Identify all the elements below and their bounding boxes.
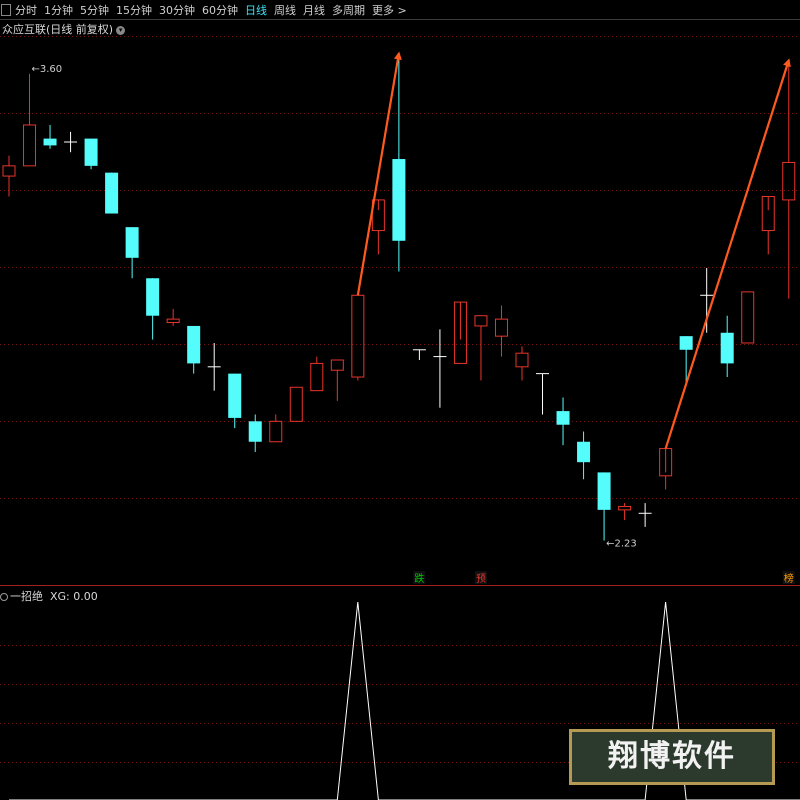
candle: [536, 373, 550, 415]
candle-body: [679, 336, 693, 350]
kline-chart: ←3.60 ←2.23 跌 预 榜: [0, 36, 800, 800]
candle: [700, 268, 714, 333]
candle: [351, 294, 365, 381]
candle: [207, 342, 221, 391]
candle-body: [146, 278, 160, 316]
candle-body: [187, 325, 201, 364]
candle: [64, 131, 78, 153]
candle: [741, 291, 755, 344]
candle: [146, 278, 160, 340]
candle: [84, 138, 98, 170]
candle-body: [618, 505, 632, 511]
price-grid: [0, 36, 800, 499]
signal-marker: 榜: [784, 572, 794, 585]
candle-body: [474, 315, 488, 327]
candle-body: [351, 294, 365, 378]
candle-body: [269, 420, 283, 443]
candle-body: [105, 172, 119, 214]
candle-body: [23, 124, 37, 167]
indicator-name: 一招绝: [10, 590, 43, 603]
candle: [618, 503, 632, 521]
candle-body: [494, 318, 508, 337]
candle: [761, 196, 775, 255]
trend-arrows: [356, 51, 791, 449]
candle: [248, 414, 262, 452]
price-label: ←3.60: [32, 64, 63, 75]
candle-body: [248, 421, 262, 442]
candle: [187, 325, 201, 374]
candle: [371, 199, 385, 255]
candle: [289, 386, 303, 422]
candle: [494, 305, 508, 357]
candle-body: [741, 291, 755, 344]
candle-body: [310, 362, 324, 392]
candle: [679, 336, 693, 384]
candle: [412, 349, 426, 360]
candle: [23, 73, 37, 167]
candle-body: [556, 411, 570, 425]
candle: [228, 373, 242, 429]
candle: [515, 346, 529, 381]
candle-body: [330, 359, 344, 371]
signal-marker: 跌: [414, 572, 424, 585]
candle: [392, 56, 406, 272]
candle-body: [289, 386, 303, 422]
candle: [638, 503, 652, 527]
candlestick-series: [2, 56, 796, 541]
candle-body: [2, 165, 16, 177]
candle: [433, 329, 447, 408]
candle-body: [84, 138, 98, 166]
candle: [269, 414, 283, 443]
candle: [720, 315, 734, 378]
candle: [474, 315, 488, 381]
candle: [453, 301, 467, 364]
candle-body: [577, 441, 591, 463]
candle: [166, 308, 180, 326]
candle: [659, 448, 673, 490]
trend-arrow: [664, 58, 791, 449]
candle: [43, 124, 57, 149]
candle-body: [228, 373, 242, 418]
watermark-logo: 翔博软件: [569, 729, 775, 785]
candle-body: [720, 332, 734, 364]
candle-body: [515, 352, 529, 368]
signal-marker: 预: [476, 573, 486, 585]
candle-body: [392, 159, 406, 241]
candle: [330, 359, 344, 401]
xg-readout: XG: 0.00: [50, 590, 98, 603]
candle: [125, 227, 139, 279]
candle-body: [43, 138, 57, 146]
candle-body: [166, 318, 180, 324]
candle: [597, 472, 611, 541]
candle: [105, 172, 119, 214]
candle-body: [597, 472, 611, 510]
candle: [556, 397, 570, 446]
indicator-title: 一招绝 XG: 0.00: [0, 588, 98, 604]
gear-icon[interactable]: [0, 593, 8, 601]
price-annotations: ←3.60 ←2.23 跌 预 榜: [32, 64, 795, 585]
candle-body: [782, 161, 796, 201]
candle: [577, 431, 591, 480]
price-label: ←2.23: [606, 539, 637, 550]
candle: [782, 63, 796, 299]
candle: [310, 356, 324, 392]
candle-body: [125, 227, 139, 258]
